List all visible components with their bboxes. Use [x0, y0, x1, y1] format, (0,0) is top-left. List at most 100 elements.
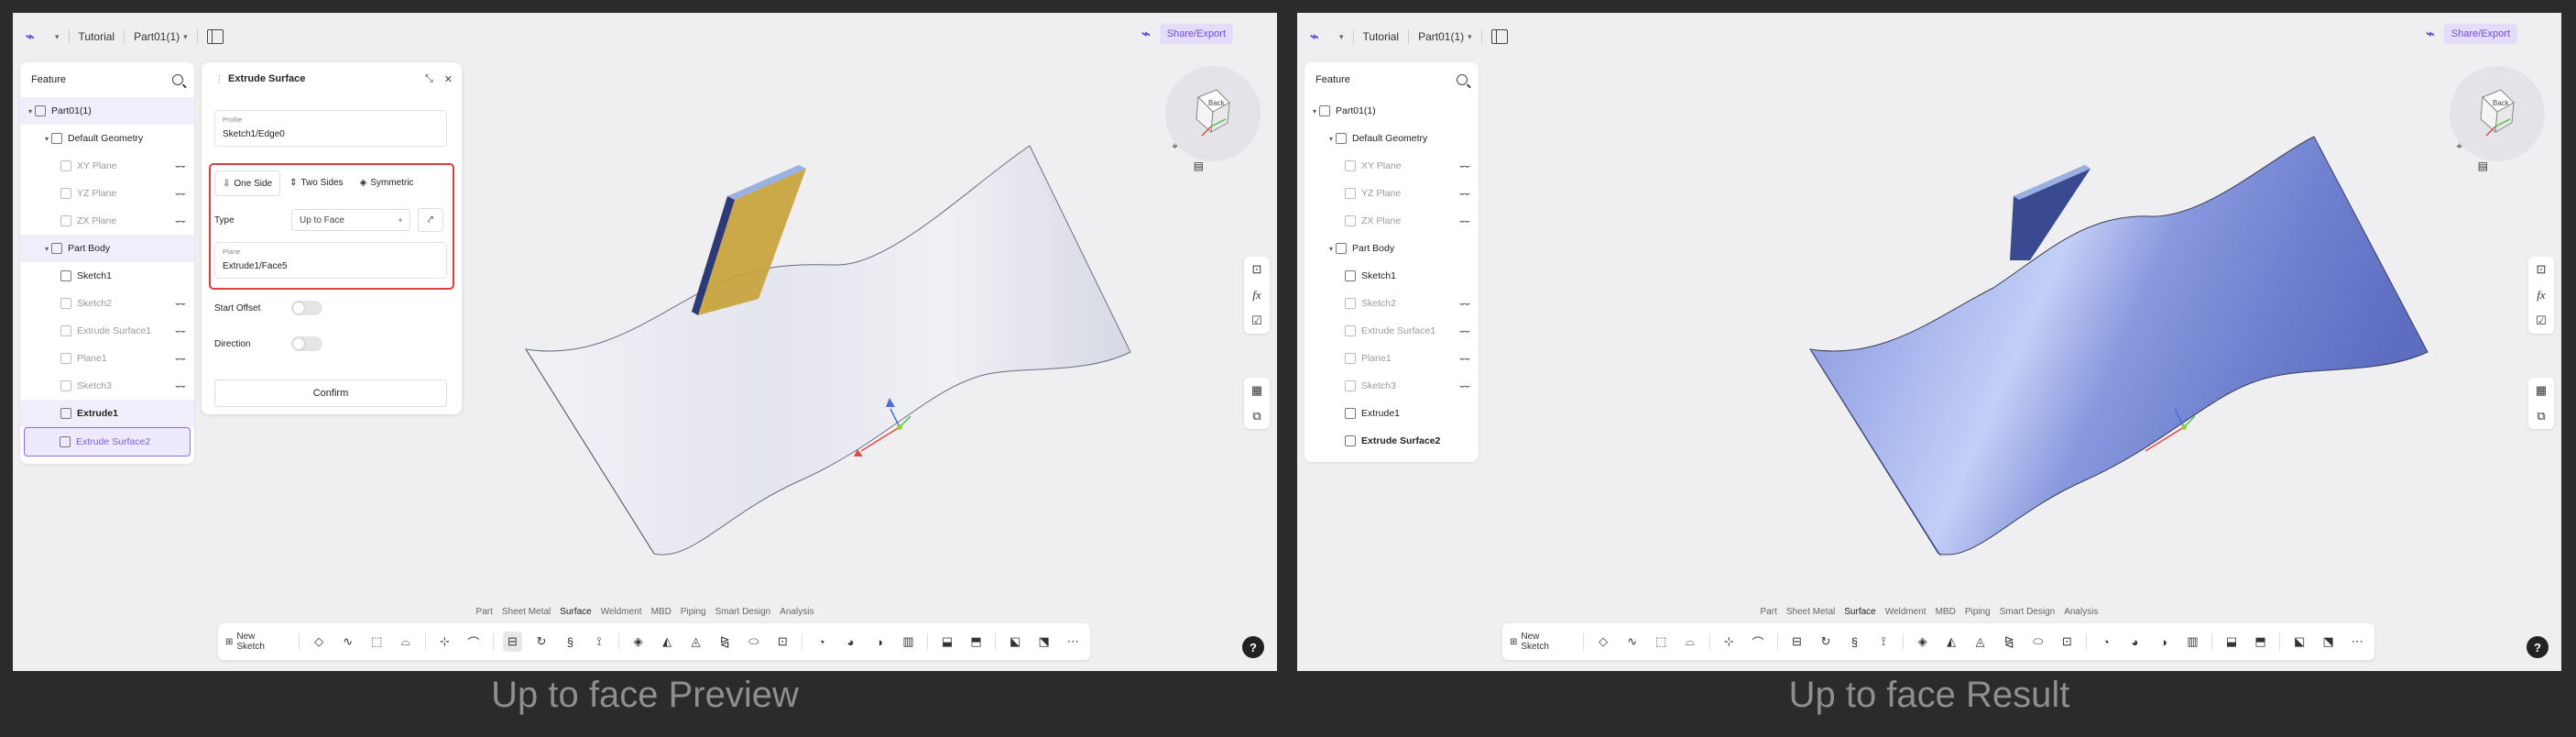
eye-hidden-icon[interactable]: ⌣⌣: [175, 161, 186, 171]
tree-item-sketch2[interactable]: Sketch2 ⌣⌣: [1304, 290, 1479, 317]
trim-tool-icon[interactable]: ◔: [812, 632, 832, 652]
ruled-tool-icon[interactable]: ▥: [2183, 632, 2203, 652]
tab-mbd[interactable]: MBD: [1936, 607, 1956, 617]
patch-tool-icon[interactable]: ⬭: [2028, 632, 2048, 652]
split-tool-icon[interactable]: ◕: [2125, 632, 2145, 652]
eye-hidden-icon[interactable]: ⌣⌣: [1459, 161, 1470, 171]
help-icon[interactable]: ?: [1242, 636, 1264, 658]
start-offset-toggle[interactable]: [291, 301, 322, 315]
view-mode-icon[interactable]: ▤: [1194, 160, 1204, 172]
tree-item-extrude1[interactable]: Extrude1: [20, 400, 194, 427]
mirror-tool-icon[interactable]: ⧎: [1999, 632, 2019, 652]
more-tools-icon[interactable]: ⋯: [2347, 632, 2367, 652]
sweep-surface-tool-icon[interactable]: §: [561, 632, 581, 652]
offset-tool-icon[interactable]: ◭: [657, 632, 677, 652]
tab-smart-design[interactable]: Smart Design: [715, 607, 771, 617]
thicken-tool-icon[interactable]: ◬: [686, 632, 706, 652]
eye-hidden-icon[interactable]: ⌣⌣: [175, 299, 186, 309]
search-icon[interactable]: [1457, 74, 1468, 85]
table-icon[interactable]: ▦: [1251, 383, 1262, 398]
layers-icon[interactable]: ⧉: [2537, 409, 2545, 424]
pattern-tool-icon[interactable]: ⬕: [1005, 632, 1025, 652]
eye-hidden-icon[interactable]: ⌣⌣: [1459, 381, 1470, 391]
patch-tool-icon[interactable]: ⬭: [744, 632, 764, 652]
delete-face-tool-icon[interactable]: ⬒: [2251, 632, 2271, 652]
spline-tool-icon[interactable]: ⌒: [464, 632, 484, 652]
two-sides-button[interactable]: ⇕ Two Sides: [282, 170, 351, 194]
sweep-surface-tool-icon[interactable]: §: [1845, 632, 1865, 652]
layers-icon[interactable]: ⧉: [1252, 409, 1261, 424]
tab-part[interactable]: Part: [1761, 607, 1777, 617]
help-icon[interactable]: ?: [2527, 636, 2549, 658]
eye-hidden-icon[interactable]: ⌣⌣: [1459, 326, 1470, 336]
tree-item-default-geometry[interactable]: ▾ Default Geometry: [1304, 125, 1479, 152]
loft-tool-icon[interactable]: ⌓: [1680, 632, 1700, 652]
curve-tool-icon[interactable]: ∿: [1622, 632, 1643, 652]
checklist-icon[interactable]: ☑: [2536, 314, 2547, 328]
one-side-button[interactable]: ⇩ One Side: [214, 170, 281, 196]
tree-item-part[interactable]: ▾ Part01(1): [1304, 97, 1479, 125]
thicken-tool-icon[interactable]: ◬: [1970, 632, 1991, 652]
spline-tool-icon[interactable]: ⌒: [1748, 632, 1768, 652]
eye-hidden-icon[interactable]: ⌣⌣: [1459, 216, 1470, 226]
extend-tool-icon[interactable]: ⊡: [2058, 632, 2078, 652]
tree-item-xy-plane[interactable]: XY Plane ⌣⌣: [1304, 152, 1479, 180]
tree-item-part-body[interactable]: ▾ Part Body: [20, 235, 194, 262]
pick-face-icon[interactable]: ⤤: [418, 208, 443, 232]
eye-hidden-icon[interactable]: ⌣⌣: [175, 326, 186, 336]
delete-face-tool-icon[interactable]: ⬒: [966, 632, 987, 652]
tree-item-plane1[interactable]: Plane1 ⌣⌣: [1304, 345, 1479, 372]
tab-weldment[interactable]: Weldment: [601, 607, 642, 617]
type-select[interactable]: Up to Face ▾: [291, 209, 410, 231]
direction-toggle[interactable]: [291, 336, 322, 351]
surface-tool-icon[interactable]: ⬚: [366, 632, 387, 652]
tree-item-extrude-surface1[interactable]: Extrude Surface1 ⌣⌣: [20, 317, 194, 345]
chevron-down-icon[interactable]: ▾: [1326, 245, 1336, 253]
measure-icon[interactable]: ⊡: [2537, 262, 2547, 277]
eye-hidden-icon[interactable]: ⌣⌣: [1459, 189, 1470, 199]
checklist-icon[interactable]: ☑: [1251, 314, 1262, 328]
loft-surface-tool-icon[interactable]: ⟟: [1873, 632, 1894, 652]
new-sketch-button[interactable]: ⊞ New Sketch: [225, 632, 289, 652]
replace-face-tool-icon[interactable]: ⬓: [937, 632, 957, 652]
extruded-surface[interactable]: [1808, 136, 2429, 556]
tree-item-extrude-surface2[interactable]: Extrude Surface2: [24, 427, 191, 456]
tree-item-extrude-surface2[interactable]: Extrude Surface2: [1304, 427, 1479, 455]
tab-piping[interactable]: Piping: [681, 607, 706, 617]
tab-mbd[interactable]: MBD: [651, 607, 671, 617]
fill-tool-icon[interactable]: ◈: [1913, 632, 1933, 652]
loft-surface-tool-icon[interactable]: ⟟: [589, 632, 609, 652]
profile-field[interactable]: Profile Sketch1/Edge0: [214, 110, 447, 147]
confirm-button[interactable]: Confirm: [214, 380, 447, 407]
loft-tool-icon[interactable]: ⌓: [396, 632, 416, 652]
measure-icon[interactable]: ⊡: [1252, 262, 1262, 277]
plane-tool-icon[interactable]: ◇: [1593, 632, 1613, 652]
close-icon[interactable]: ✕: [444, 73, 453, 85]
chevron-down-icon[interactable]: ▾: [1326, 135, 1336, 143]
fit-view-icon[interactable]: ⌖: [1172, 139, 1178, 153]
knit-tool-icon[interactable]: ◑: [2154, 632, 2174, 652]
tree-item-part[interactable]: ▾ Part01(1): [20, 97, 194, 125]
ruled-tool-icon[interactable]: ▥: [899, 632, 919, 652]
eye-hidden-icon[interactable]: ⌣⌣: [175, 381, 186, 391]
tree-item-sketch1[interactable]: Sketch1: [20, 262, 194, 290]
trim-tool-icon[interactable]: ◔: [2096, 632, 2116, 652]
tree-item-sketch3[interactable]: Sketch3 ⌣⌣: [20, 372, 194, 400]
tree-item-extrude-surface1[interactable]: Extrude Surface1 ⌣⌣: [1304, 317, 1479, 345]
tab-analysis[interactable]: Analysis: [780, 607, 813, 617]
knit-tool-icon[interactable]: ◑: [869, 632, 890, 652]
tab-smart-design[interactable]: Smart Design: [2000, 607, 2056, 617]
extend-tool-icon[interactable]: ⊡: [773, 632, 793, 652]
point-tool-icon[interactable]: ⊹: [435, 632, 455, 652]
offset-tool-icon[interactable]: ◭: [1941, 632, 1961, 652]
search-icon[interactable]: [172, 74, 183, 85]
eye-hidden-icon[interactable]: ⌣⌣: [1459, 354, 1470, 364]
pattern-tool-icon[interactable]: ⬕: [2289, 632, 2309, 652]
more-tools-icon[interactable]: ⋯: [1063, 632, 1083, 652]
tab-sheet-metal[interactable]: Sheet Metal: [502, 607, 551, 617]
tree-item-plane1[interactable]: Plane1 ⌣⌣: [20, 345, 194, 372]
plane-tool-icon[interactable]: ◇: [309, 632, 329, 652]
tree-item-xy-plane[interactable]: XY Plane ⌣⌣: [20, 152, 194, 180]
tree-item-extrude1[interactable]: Extrude1: [1304, 400, 1479, 427]
tree-item-zx-plane[interactable]: ZX Plane ⌣⌣: [20, 207, 194, 235]
